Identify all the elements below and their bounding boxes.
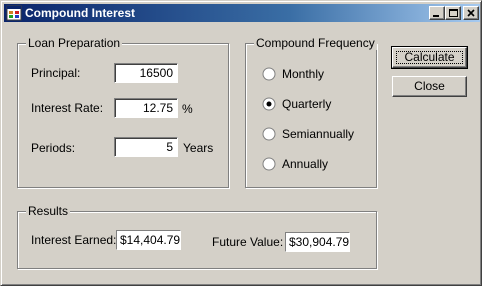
close-button[interactable]: Close: [392, 76, 467, 97]
interest-earned-value: $14,404.79: [116, 230, 181, 250]
future-value-value: $30,904.79: [285, 232, 350, 252]
minimize-icon: [433, 15, 439, 17]
periods-label: Periods:: [31, 141, 76, 155]
radio-annually-label: Annually: [282, 157, 329, 171]
maximize-icon: [449, 9, 458, 17]
close-icon: [467, 9, 475, 17]
calculate-button[interactable]: Calculate: [391, 46, 468, 69]
future-value-label: Future Value:: [212, 235, 284, 249]
loan-preparation-label: Loan Preparation: [26, 36, 123, 50]
radio-semiannually-label: Semiannually: [282, 127, 355, 141]
results-label: Results: [26, 204, 71, 218]
principal-input[interactable]: 16500: [114, 63, 178, 83]
years-unit-label: Years: [183, 141, 214, 155]
principal-label: Principal:: [31, 66, 81, 80]
radio-quarterly[interactable]: Quarterly: [262, 96, 362, 112]
periods-input[interactable]: 5: [114, 137, 178, 157]
radio-unselected-icon: [262, 127, 276, 141]
title-bar[interactable]: Compound Interest: [4, 4, 480, 22]
minimize-button[interactable]: [429, 6, 445, 20]
percent-unit-label: %: [182, 102, 193, 116]
radio-selected-icon: [262, 97, 276, 111]
radio-unselected-icon: [262, 67, 276, 81]
maximize-button[interactable]: [445, 6, 461, 20]
radio-monthly-label: Monthly: [282, 67, 325, 81]
interest-rate-label: Interest Rate:: [31, 101, 104, 115]
interest-rate-input[interactable]: 12.75: [114, 98, 178, 118]
app-icon[interactable]: [6, 5, 22, 21]
radio-semiannually[interactable]: Semiannually: [262, 126, 372, 142]
compound-interest-window: Compound Interest Loan Preparation Princ…: [0, 0, 482, 286]
calculate-button-label: Calculate: [404, 50, 455, 64]
interest-earned-label: Interest Earned:: [31, 233, 117, 247]
close-button-label: Close: [414, 79, 445, 93]
radio-quarterly-label: Quarterly: [282, 97, 332, 111]
radio-unselected-icon: [262, 157, 276, 171]
window-title: Compound Interest: [25, 6, 135, 20]
radio-monthly[interactable]: Monthly: [262, 66, 362, 82]
close-window-button[interactable]: [463, 6, 479, 20]
radio-annually[interactable]: Annually: [262, 156, 362, 172]
compound-frequency-label: Compound Frequency: [254, 36, 377, 50]
